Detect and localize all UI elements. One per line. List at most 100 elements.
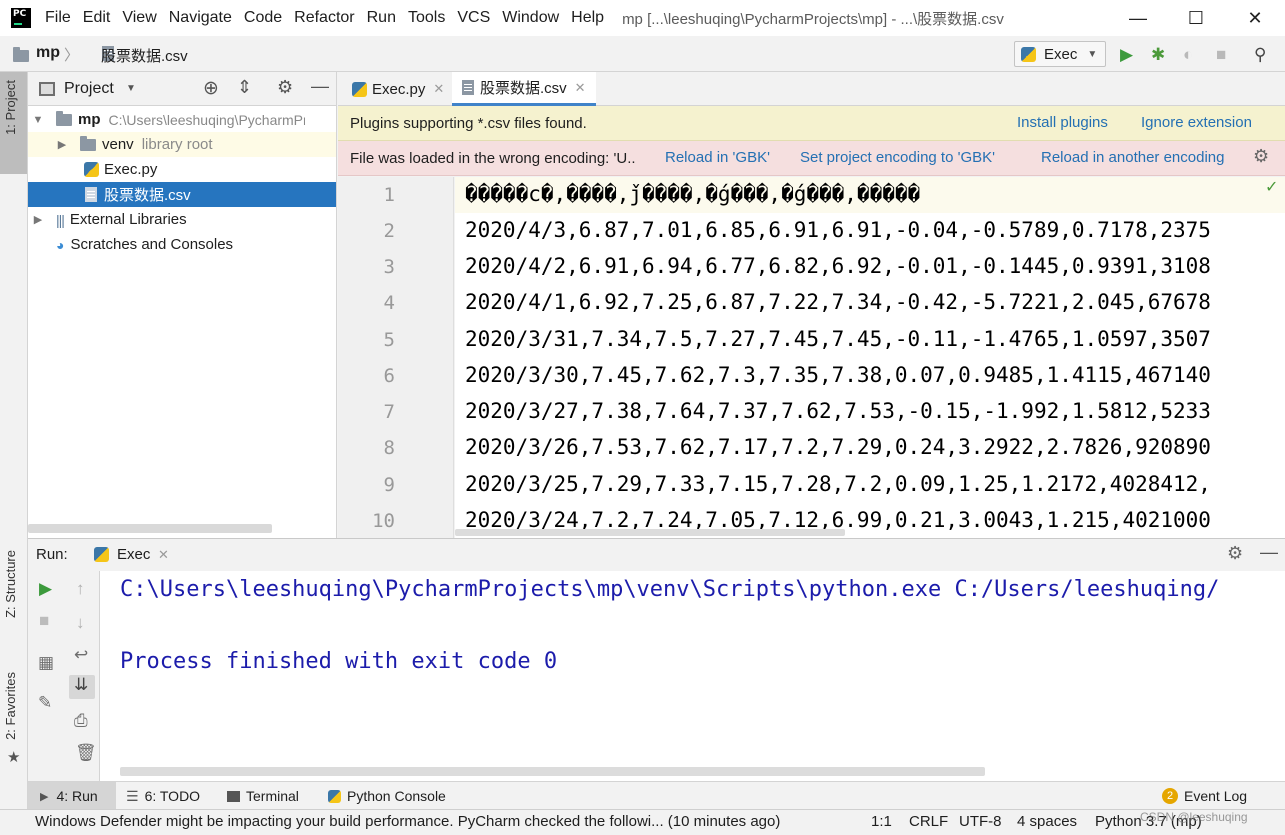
- locate-icon[interactable]: ⊕: [203, 77, 219, 100]
- encoding-notification-banner: File was loaded in the wrong encoding: '…: [338, 141, 1285, 176]
- tree-item-scratches[interactable]: ◕ Scratches and Consoles: [28, 232, 336, 257]
- code-editor[interactable]: �����c�,����,ǰ����,�ǵ���,�ǵ���,����� 202…: [455, 177, 1285, 538]
- print-icon[interactable]: ⎙: [74, 711, 88, 731]
- stop-icon[interactable]: ■: [39, 611, 49, 631]
- menu-view[interactable]: View: [122, 9, 156, 27]
- todo-tool-button[interactable]: ☰ 6: TODO: [126, 782, 200, 810]
- code-line[interactable]: 2020/3/25,7.29,7.33,7.15,7.28,7.2,0.09,1…: [465, 472, 1211, 496]
- star-icon[interactable]: ★: [7, 748, 20, 766]
- set-project-encoding-link[interactable]: Set project encoding to 'GBK': [800, 149, 995, 166]
- code-line[interactable]: 2020/3/27,7.38,7.64,7.37,7.62,7.53,-0.15…: [465, 399, 1211, 423]
- hide-panel-icon[interactable]: —: [1260, 542, 1278, 563]
- soft-wrap-icon[interactable]: ↩: [74, 645, 88, 665]
- pycharm-logo-icon[interactable]: [11, 8, 31, 28]
- reload-gbk-link[interactable]: Reload in 'GBK': [665, 149, 770, 166]
- scroll-to-end-icon[interactable]: ⇊: [69, 675, 95, 699]
- status-message[interactable]: Windows Defender might be impacting your…: [35, 813, 780, 830]
- favorites-tool-tab[interactable]: 2: Favorites: [3, 672, 18, 740]
- run-configuration-select[interactable]: Exec ▼: [1014, 41, 1106, 67]
- run-tab-label[interactable]: Exec: [117, 546, 150, 563]
- gear-icon[interactable]: ⚙: [1227, 543, 1243, 564]
- code-line[interactable]: 2020/4/1,6.92,7.25,6.87,7.22,7.34,-0.42,…: [465, 290, 1211, 314]
- down-arrow-icon[interactable]: ↓: [76, 613, 85, 633]
- menu-help[interactable]: Help: [571, 9, 604, 27]
- pin-icon[interactable]: ✎: [38, 693, 52, 713]
- up-arrow-icon[interactable]: ↑: [76, 579, 85, 599]
- chevron-down-icon[interactable]: ▼: [126, 83, 136, 94]
- chevron-down-icon[interactable]: ▼: [30, 114, 46, 126]
- horizontal-scrollbar[interactable]: [28, 524, 272, 533]
- code-line[interactable]: 2020/3/26,7.53,7.62,7.17,7.2,7.29,0.24,3…: [465, 435, 1211, 459]
- tree-item-external-libraries[interactable]: ▶ ||| External Libraries: [28, 207, 336, 232]
- project-view-select[interactable]: Project: [64, 80, 114, 98]
- code-line[interactable]: 2020/4/2,6.91,6.94,6.77,6.82,6.92,-0.01,…: [465, 254, 1211, 278]
- hide-panel-icon[interactable]: —: [311, 76, 329, 97]
- reload-another-encoding-link[interactable]: Reload in another encoding: [1041, 149, 1224, 166]
- line-number: 6: [383, 365, 395, 387]
- close-icon[interactable]: ✕: [575, 80, 586, 96]
- horizontal-scrollbar[interactable]: [120, 767, 985, 776]
- code-line[interactable]: 2020/3/31,7.34,7.5,7.27,7.45,7.45,-0.11,…: [465, 327, 1211, 351]
- event-log-tool-button[interactable]: 2 Event Log: [1162, 782, 1247, 810]
- tree-item-exec-py[interactable]: Exec.py: [28, 157, 336, 182]
- menu-window[interactable]: Window: [502, 9, 559, 27]
- python-console-tool-label: Python Console: [347, 788, 446, 804]
- python-console-tool-button[interactable]: Python Console: [328, 782, 446, 810]
- run-icon: ▶: [40, 790, 49, 803]
- debug-icon[interactable]: ✱: [1151, 45, 1165, 65]
- collapse-all-icon[interactable]: ⇕: [237, 77, 252, 98]
- menu-navigate[interactable]: Navigate: [169, 9, 232, 27]
- rerun-icon[interactable]: ▶: [39, 579, 52, 599]
- close-icon[interactable]: ✕: [433, 81, 444, 97]
- console-output[interactable]: C:\Users\leeshuqing\PycharmProjects\mp\v…: [100, 571, 1285, 781]
- stop-icon[interactable]: ■: [1216, 45, 1226, 65]
- caret-position[interactable]: 1:1: [871, 813, 892, 830]
- line-separator[interactable]: CRLF: [909, 813, 948, 830]
- tree-item-csv[interactable]: 股票数据.csv: [28, 182, 336, 207]
- breadcrumb-file[interactable]: 股票数据.csv: [101, 45, 188, 66]
- menu-run[interactable]: Run: [367, 9, 396, 27]
- menu-edit[interactable]: Edit: [83, 9, 111, 27]
- tree-item-label: 股票数据.csv: [104, 187, 191, 204]
- tree-item-venv[interactable]: ▶ venv library root: [28, 132, 336, 157]
- terminal-tool-button[interactable]: Terminal: [227, 782, 299, 810]
- chevron-right-icon[interactable]: ▶: [30, 213, 46, 226]
- csv-file-icon: [462, 80, 474, 95]
- layout-icon[interactable]: ▦: [38, 653, 54, 673]
- gear-icon[interactable]: ⚙: [1253, 146, 1269, 167]
- install-plugins-link[interactable]: Install plugins: [1017, 114, 1108, 131]
- menu-code[interactable]: Code: [244, 9, 282, 27]
- close-window-button[interactable]: ✕: [1226, 0, 1284, 36]
- minimize-button[interactable]: —: [1109, 0, 1167, 36]
- chevron-right-icon[interactable]: ▶: [54, 138, 70, 151]
- inspection-ok-icon[interactable]: ✓: [1265, 177, 1278, 197]
- menu-file[interactable]: File: [45, 9, 71, 27]
- tree-item-mp[interactable]: ▼ mp C:\Users\leeshuqing\PycharmPr: [28, 107, 336, 132]
- project-tool-tab[interactable]: 1: Project: [3, 80, 18, 135]
- tab-exec-py[interactable]: Exec.py ✕: [342, 72, 454, 106]
- tab-csv[interactable]: 股票数据.csv ✕: [452, 72, 596, 106]
- search-icon[interactable]: ⚲: [1254, 45, 1266, 65]
- line-number: 2: [383, 220, 395, 242]
- trash-icon[interactable]: 🗑: [75, 743, 97, 763]
- close-icon[interactable]: ✕: [158, 547, 169, 563]
- gear-icon[interactable]: ⚙: [277, 77, 293, 98]
- file-encoding[interactable]: UTF-8: [959, 813, 1002, 830]
- coverage-icon[interactable]: ◐: [1183, 45, 1193, 65]
- menu-refactor[interactable]: Refactor: [294, 9, 354, 27]
- code-line[interactable]: �����c�,����,ǰ����,�ǵ���,�ǵ���,�����: [465, 182, 920, 206]
- horizontal-scrollbar[interactable]: [455, 529, 845, 536]
- editor-tab-bar: Exec.py ✕ 股票数据.csv ✕: [338, 72, 1285, 106]
- run-tool-button[interactable]: ▶ 4: Run: [28, 782, 116, 810]
- menu-tools[interactable]: Tools: [408, 9, 445, 27]
- code-line[interactable]: 2020/4/3,6.87,7.01,6.85,6.91,6.91,-0.04,…: [465, 218, 1211, 242]
- structure-tool-tab[interactable]: Z: Structure: [3, 550, 18, 618]
- indent-setting[interactable]: 4 spaces: [1017, 813, 1077, 830]
- menu-vcs[interactable]: VCS: [457, 9, 490, 27]
- code-line[interactable]: 2020/3/30,7.45,7.62,7.3,7.35,7.38,0.07,0…: [465, 363, 1211, 387]
- line-number: 5: [383, 329, 395, 351]
- maximize-button[interactable]: ☐: [1167, 0, 1225, 36]
- run-icon[interactable]: ▶: [1120, 45, 1133, 65]
- breadcrumb-project[interactable]: mp: [36, 44, 60, 62]
- ignore-extension-link[interactable]: Ignore extension: [1141, 114, 1252, 131]
